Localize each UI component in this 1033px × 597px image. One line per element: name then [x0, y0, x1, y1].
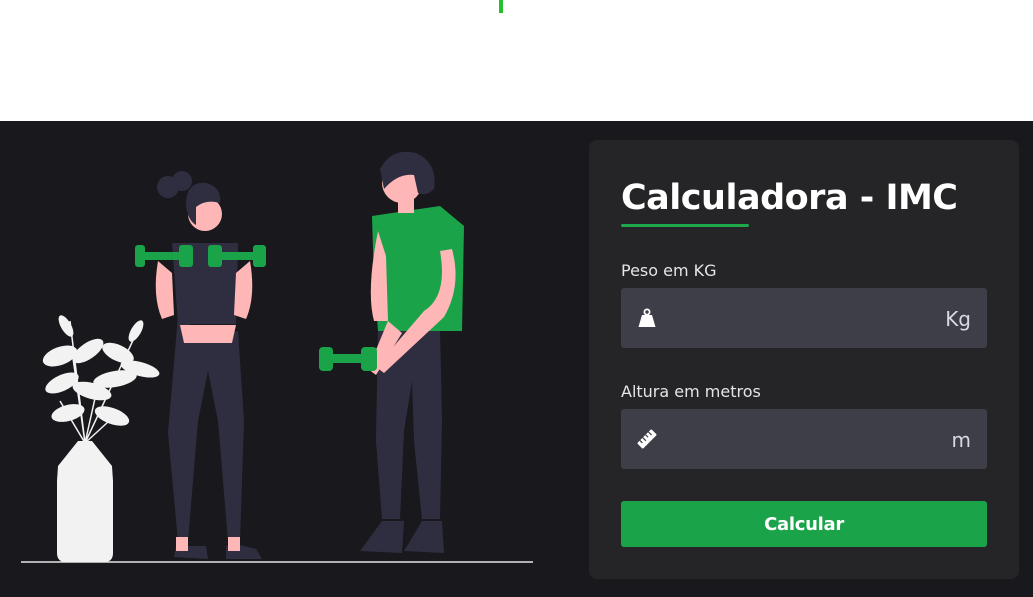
calculate-button[interactable]: Calcular — [621, 501, 987, 547]
weight-label: Peso em KG — [621, 261, 717, 280]
workout-illustration — [0, 121, 560, 597]
ruler-icon — [637, 429, 657, 449]
weight-input-box: Kg — [621, 288, 987, 348]
plant-illustration — [42, 315, 160, 562]
weight-unit: Kg — [945, 307, 971, 331]
woman-figure — [135, 171, 266, 559]
weight-icon — [637, 308, 657, 328]
height-input-box: m — [621, 409, 987, 469]
top-area — [0, 0, 1033, 121]
card-title: Calculadora - IMC — [621, 178, 958, 218]
top-accent-marker — [499, 0, 503, 13]
height-input[interactable] — [671, 409, 931, 469]
main-section: Calculadora - IMC Peso em KG Kg Altura e… — [0, 121, 1033, 597]
title-underline — [621, 224, 749, 227]
height-label: Altura em metros — [621, 382, 761, 401]
man-figure — [319, 151, 464, 553]
height-unit: m — [951, 428, 971, 452]
bmi-calculator-card: Calculadora - IMC Peso em KG Kg Altura e… — [589, 140, 1019, 579]
workout-illustration-art — [21, 151, 533, 563]
weight-input[interactable] — [671, 288, 931, 348]
